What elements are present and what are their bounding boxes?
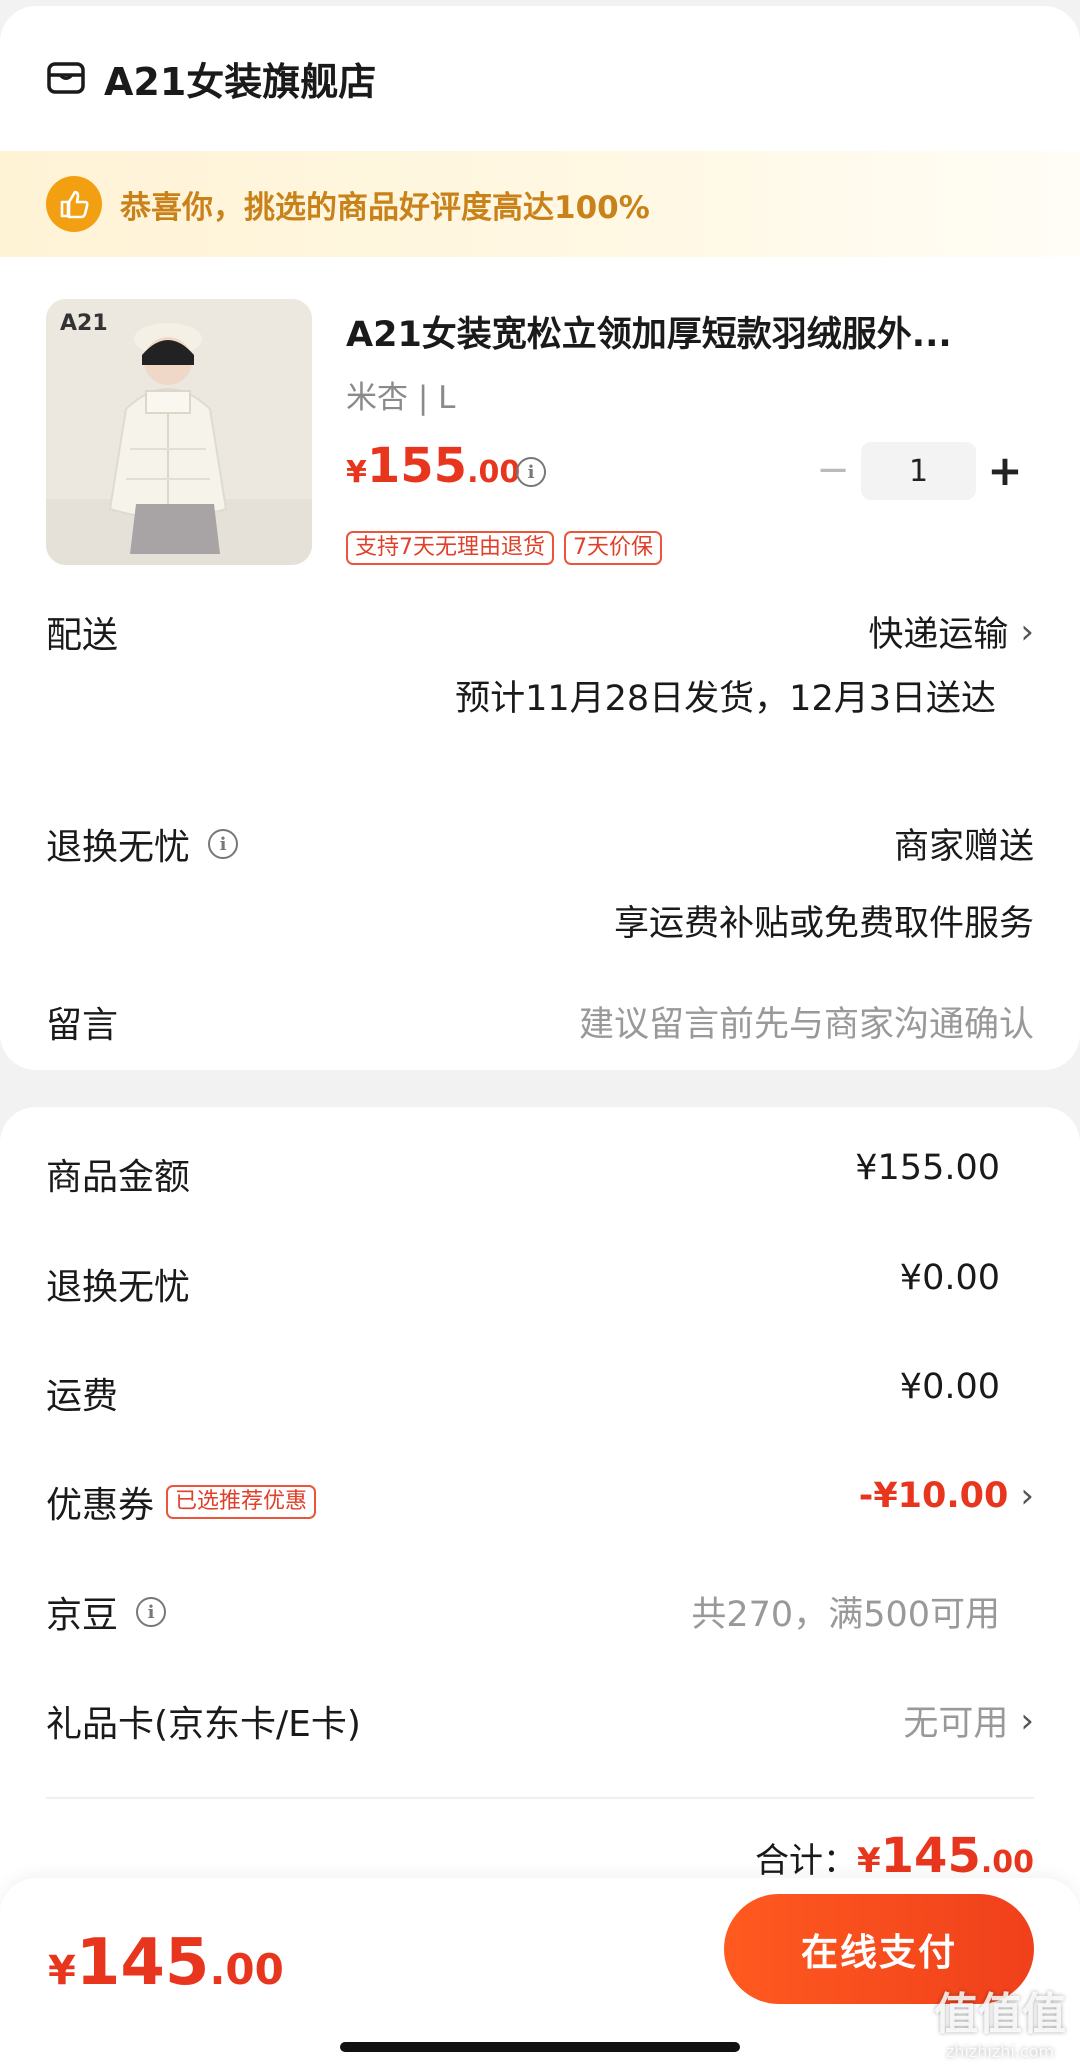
subtotal-currency: ¥ [856,1841,881,1881]
jd-beans-info-icon[interactable]: i [136,1597,167,1627]
shipping-label: 运费 [46,1376,119,1417]
store-header[interactable]: A21女装旗舰店 [46,50,376,106]
jd-beans-row: 京豆 i [46,1586,167,1638]
message-label: 留言 [46,1005,119,1046]
banner-text: 恭喜你，挑选的商品好评度高达100% [120,189,650,226]
gift-card-selector[interactable]: 无可用 › [903,1695,1034,1746]
total-integer: 145 [75,1926,210,2000]
rating-banner: 恭喜你，挑选的商品好评度高达100% [0,151,1080,257]
home-indicator[interactable] [340,2042,740,2052]
product-photo-illustration [46,299,312,565]
return-service-desc: 享运费补贴或免费取件服务 [613,904,1034,944]
subtotal-decimal: .00 [980,1845,1034,1880]
gift-card-value: 无可用 [903,1704,1009,1744]
order-items-card: A21女装旗舰店 恭喜你，挑选的商品好评度高达100% A21 A21女装宽松立… [0,6,1080,1070]
summary-divider [46,1797,1034,1799]
price-info-icon[interactable]: i [516,457,546,487]
return-info-icon[interactable]: i [208,829,239,859]
product-image[interactable]: A21 [46,299,312,565]
product-title[interactable]: A21女装宽松立领加厚短款羽绒服外... [346,306,1026,357]
price-decimal: .00 [467,455,521,490]
total-price: ¥ 145 .00 [48,1926,284,2000]
thumbs-up-icon [46,176,102,232]
coupon-badge: 已选推荐优惠 [166,1485,317,1519]
chevron-right-icon: › [1020,611,1034,652]
return-fee-value: ¥0.00 [899,1258,1000,1298]
return-service-value: 商家赠送 [893,827,1034,867]
delivery-label: 配送 [46,615,119,656]
subtotal: 合计： ¥ 145 .00 [755,1828,1034,1884]
service-tags: 支持7天无理由退货 7天价保 [346,531,662,565]
coupon-selector[interactable]: -¥10.00 › [859,1476,1034,1516]
subtotal-integer: 145 [880,1828,981,1884]
quantity-input[interactable]: 1 [861,442,976,500]
jd-beans-label: 京豆 [46,1595,119,1636]
return-fee-label: 退换无忧 [46,1267,191,1308]
goods-amount-label: 商品金额 [46,1157,191,1198]
tag-7day-return: 支持7天无理由退货 [346,531,554,565]
subtotal-label: 合计： [754,1841,857,1881]
product-price: ¥ 155 .00 [346,438,520,494]
price-integer: 155 [366,438,468,494]
chevron-right-icon: › [1020,1700,1034,1741]
delivery-method[interactable]: 快递运输 › [868,606,1034,657]
total-decimal: .00 [209,1945,284,1994]
delivery-estimate: 预计11月28日发货，12月3日送达 [455,679,996,719]
quantity-decrease-button[interactable]: − [816,447,850,493]
product-spec[interactable]: 米杏 | L [346,372,455,417]
chevron-right-icon: › [1020,1476,1034,1516]
gift-card-label: 礼品卡(京东卡/E卡) [46,1704,361,1745]
message-input[interactable]: 建议留言前先与商家沟通确认 [579,996,1034,1047]
quantity-increase-button[interactable]: + [987,446,1022,495]
coupon-label: 优惠券 [46,1485,155,1526]
tag-price-protect: 7天价保 [564,531,662,565]
jd-beans-value: 共270，满500可用 [691,1595,1000,1635]
coupon-value: -¥10.00 [858,1476,1009,1516]
total-currency: ¥ [48,1948,76,1994]
watermark-logo: 值值值 [934,1989,1066,2040]
delivery-method-text: 快递运输 [868,615,1009,655]
coupon-row: 优惠券 已选推荐优惠 [46,1476,317,1528]
goods-amount-value: ¥155.00 [855,1148,1000,1188]
shipping-value: ¥0.00 [899,1367,1000,1407]
return-service-label: 退换无忧 [46,827,191,868]
store-icon [47,62,85,94]
store-name: A21女装旗舰店 [104,59,377,104]
watermark-url: zhizhizhi.com [945,2042,1055,2061]
watermark: 值值值 zhizhizhi.com [934,1978,1066,2061]
price-currency: ¥ [346,455,367,490]
checkout-bar: ¥ 145 .00 在线支付 值值值 zhizhizhi.com [0,1878,1080,2066]
product-image-brand: A21 [60,311,108,336]
return-service-row: 退换无忧 i [46,818,239,870]
